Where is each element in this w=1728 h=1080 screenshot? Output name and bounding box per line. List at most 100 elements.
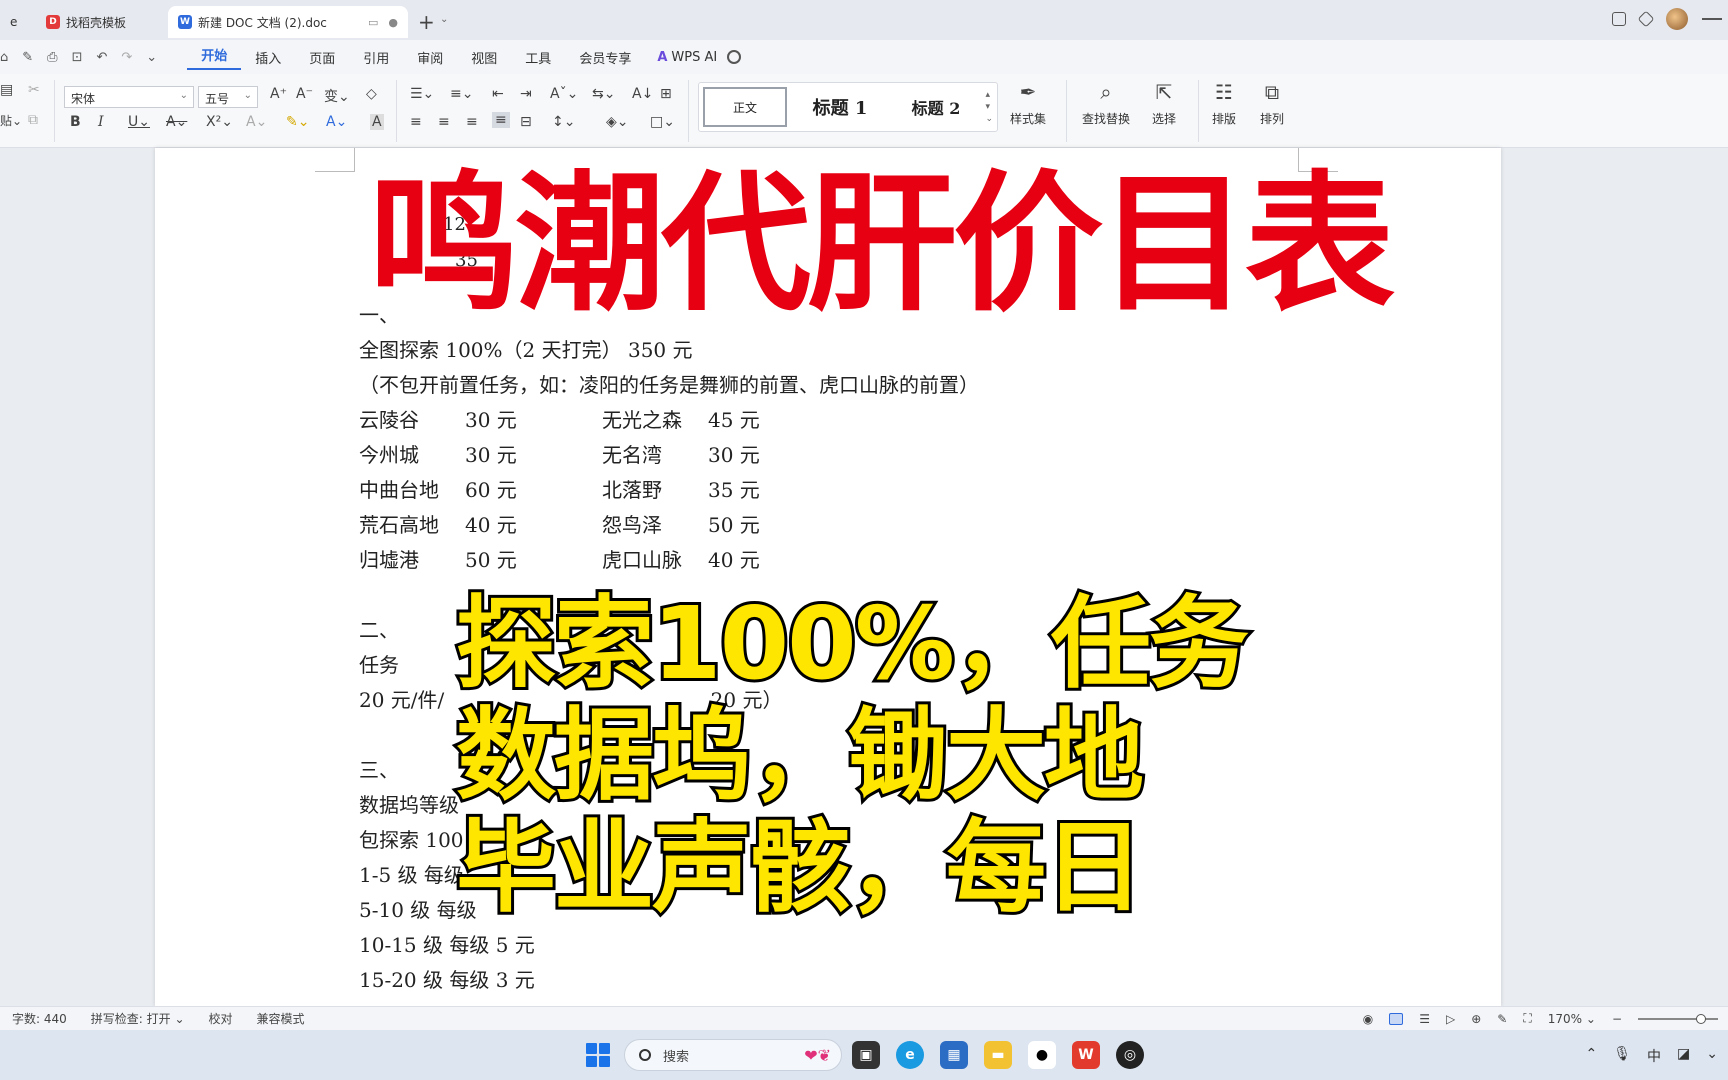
menu-home[interactable]: 开始 bbox=[187, 45, 242, 70]
monitor-icon[interactable]: ▭ bbox=[368, 16, 378, 29]
highlight-icon[interactable]: ✎⌄ bbox=[286, 114, 309, 130]
ime-icon[interactable]: 中 bbox=[1647, 1046, 1661, 1066]
tab-active-document[interactable]: W 新建 DOC 文档 (2).doc ▭ ● bbox=[168, 6, 408, 38]
underline-icon[interactable]: U⌄ bbox=[128, 114, 150, 130]
chevron-up-icon[interactable]: ⌃ bbox=[1586, 1046, 1598, 1066]
find-replace-button[interactable]: ⌕ 查找替换 bbox=[1082, 80, 1130, 127]
zoom-slider[interactable] bbox=[1638, 1013, 1718, 1024]
line-spacing-icon[interactable]: ↕⌄ bbox=[552, 114, 575, 130]
close-tab-icon[interactable]: ● bbox=[388, 16, 398, 29]
qq-icon[interactable]: ● bbox=[1028, 1041, 1056, 1069]
grow-font-icon[interactable]: A⁺ bbox=[270, 86, 287, 102]
fit-screen-icon[interactable]: ⛶ bbox=[1523, 1011, 1531, 1026]
wps-icon[interactable]: W bbox=[1072, 1041, 1100, 1069]
copy-icon[interactable]: ⧉ bbox=[28, 112, 38, 128]
cut-icon[interactable]: ✂ bbox=[28, 82, 40, 98]
show-marks-icon[interactable]: ⊞ bbox=[660, 86, 672, 102]
menu-review[interactable]: 审阅 bbox=[403, 48, 457, 67]
menu-page[interactable]: 页面 bbox=[295, 48, 349, 67]
paste-icon[interactable]: ▤ bbox=[0, 82, 13, 98]
border-icon[interactable]: □⌄ bbox=[650, 114, 675, 130]
task-view-icon[interactable]: ▣ bbox=[852, 1041, 880, 1069]
tab-docer-templates[interactable]: D 找稻壳模板 bbox=[36, 6, 164, 38]
menu-view[interactable]: 视图 bbox=[457, 48, 511, 67]
layout-button[interactable]: ☷ 排版 bbox=[1212, 80, 1236, 127]
chevron-down-icon[interactable]: ⌄ bbox=[146, 50, 157, 65]
microphone-icon[interactable]: 🎙 bbox=[1613, 1046, 1631, 1066]
char-shading-icon[interactable]: A bbox=[370, 114, 384, 130]
edge-icon[interactable]: e bbox=[896, 1041, 924, 1069]
obs-icon[interactable]: ◎ bbox=[1116, 1041, 1144, 1069]
minimize-button[interactable] bbox=[1702, 18, 1722, 20]
spell-check-status[interactable]: 拼写检查: 打开 ⌄ bbox=[79, 1010, 197, 1027]
taskbar-search[interactable]: 搜索 ❤❦ bbox=[624, 1039, 842, 1071]
cube-icon[interactable] bbox=[1637, 10, 1655, 28]
align-right-icon[interactable]: ≡ bbox=[466, 114, 478, 130]
menu-tools[interactable]: 工具 bbox=[511, 48, 565, 67]
gallery-scroll-icon[interactable]: ▴ ▾ ⌄ bbox=[985, 89, 993, 125]
wps-ai-button[interactable]: A WPS AI bbox=[657, 50, 717, 65]
zoom-slider-knob[interactable] bbox=[1696, 1013, 1706, 1024]
search-icon[interactable] bbox=[727, 50, 742, 64]
text-direction-icon[interactable]: ⇆⌄ bbox=[592, 86, 615, 102]
avatar[interactable] bbox=[1666, 8, 1688, 30]
store-icon[interactable]: ▦ bbox=[940, 1041, 968, 1069]
print-preview-icon[interactable]: ⊡ bbox=[72, 50, 83, 65]
style-heading-2[interactable]: 标题 2 bbox=[891, 87, 981, 127]
align-center-icon[interactable]: ≡ bbox=[438, 114, 450, 130]
italic-icon[interactable]: I bbox=[98, 114, 104, 130]
print-icon[interactable]: ⎙ bbox=[47, 50, 57, 65]
font-size-select[interactable]: 五号 ⌄ bbox=[198, 86, 258, 108]
font-name-select[interactable]: 宋体 ⌄ bbox=[64, 86, 194, 108]
distribute-icon[interactable]: ⊟ bbox=[520, 114, 532, 130]
arrange-button[interactable]: ⧉ 排列 bbox=[1260, 80, 1284, 127]
menu-references[interactable]: 引用 bbox=[349, 48, 403, 67]
windows-start-icon[interactable] bbox=[586, 1043, 610, 1067]
align-left-icon[interactable]: ≡ bbox=[410, 114, 422, 130]
style-normal[interactable]: 正文 bbox=[703, 87, 787, 127]
strikethrough-icon[interactable]: A⌄ bbox=[166, 114, 187, 130]
style-heading-1[interactable]: 标题 1 bbox=[795, 87, 885, 127]
folder-icon[interactable]: ▬ bbox=[984, 1041, 1012, 1069]
sort-icon[interactable]: A↓ bbox=[632, 86, 653, 102]
increase-indent-icon[interactable]: ⇥ bbox=[520, 86, 532, 102]
zoom-out-icon[interactable]: − bbox=[1612, 1012, 1622, 1026]
proofread-button[interactable]: 校对 bbox=[197, 1010, 245, 1027]
brush-icon[interactable]: ✎ bbox=[22, 50, 33, 65]
style-set-button[interactable]: ✒ 样式集 bbox=[1010, 80, 1046, 127]
text-effect-icon[interactable]: A⌄ bbox=[246, 114, 267, 130]
font-color-icon[interactable]: A⌄ bbox=[326, 114, 347, 130]
undo-icon[interactable]: ↶ bbox=[96, 50, 107, 65]
bullet-list-icon[interactable]: ☰⌄ bbox=[410, 86, 434, 102]
select-button[interactable]: ⇱ 选择 bbox=[1152, 80, 1176, 127]
word-count[interactable]: 字数: 440 bbox=[0, 1010, 79, 1027]
shading-icon[interactable]: ◈⌄ bbox=[606, 114, 629, 130]
zoom-level[interactable]: 170% ⌄ bbox=[1548, 1012, 1596, 1026]
tab-list-dropdown-icon[interactable]: ⌄ bbox=[440, 14, 448, 25]
clear-format-icon[interactable]: ◇ bbox=[366, 86, 377, 102]
paste-dropdown-icon[interactable]: 贴⌄ bbox=[0, 112, 22, 129]
bold-icon[interactable]: B bbox=[70, 114, 81, 130]
play-icon[interactable]: ▷ bbox=[1446, 1012, 1455, 1026]
eye-icon[interactable]: ◉ bbox=[1363, 1012, 1373, 1026]
chevron-down-icon[interactable]: ⌄ bbox=[1706, 1046, 1718, 1066]
superscript-icon[interactable]: X²⌄ bbox=[206, 114, 233, 130]
redo-icon[interactable]: ↷ bbox=[121, 50, 132, 65]
outline-view-icon[interactable]: ☰ bbox=[1419, 1012, 1430, 1026]
shrink-font-icon[interactable]: A⁻ bbox=[296, 86, 313, 102]
menu-member[interactable]: 会员专享 bbox=[565, 48, 645, 67]
menu-insert[interactable]: 插入 bbox=[241, 48, 295, 67]
decrease-indent-icon[interactable]: ⇤ bbox=[492, 86, 504, 102]
phonetic-icon[interactable]: 变⌄ bbox=[324, 86, 350, 106]
new-tab-button[interactable]: + bbox=[418, 10, 435, 34]
numbered-list-icon[interactable]: ≡⌄ bbox=[450, 86, 473, 102]
window-icon[interactable] bbox=[1612, 12, 1626, 26]
asian-layout-icon[interactable]: Aˇ⌄ bbox=[550, 86, 578, 102]
home-icon[interactable]: ⌂ bbox=[0, 50, 8, 65]
pen-icon[interactable]: ✎ bbox=[1497, 1012, 1507, 1026]
copilot-icon[interactable]: ◪ bbox=[1677, 1046, 1690, 1066]
page-view-icon[interactable] bbox=[1389, 1012, 1404, 1025]
justify-icon[interactable]: ≡ bbox=[492, 112, 510, 128]
tab-partial[interactable]: e bbox=[0, 6, 30, 38]
web-view-icon[interactable]: ⊕ bbox=[1471, 1012, 1481, 1026]
